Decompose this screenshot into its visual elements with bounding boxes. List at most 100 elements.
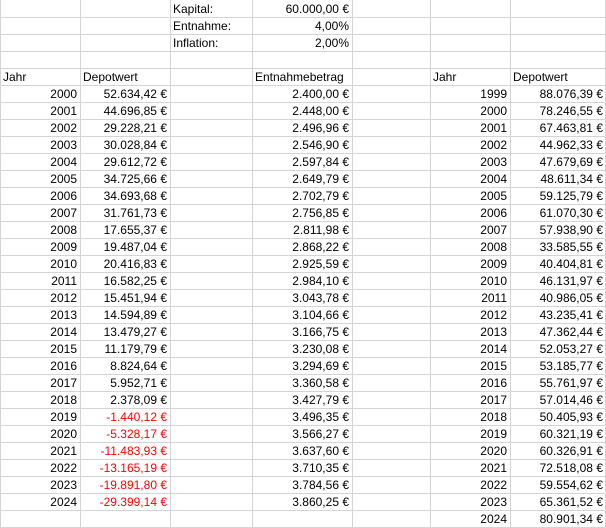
right-depotwert-cell[interactable]: 46.131,97 € [510, 273, 606, 290]
right-year-cell[interactable]: 2006 [430, 205, 510, 222]
entnahmebetrag-cell[interactable]: 3.427,79 € [252, 392, 352, 409]
right-year-cell[interactable]: 2023 [430, 494, 510, 511]
right-year-cell[interactable]: 2009 [430, 256, 510, 273]
left-depotwert-cell[interactable]: 34.693,68 € [80, 188, 170, 205]
right-depotwert-cell[interactable]: 47.362,44 € [510, 324, 606, 341]
left-depotwert-cell[interactable]: 16.582,25 € [80, 273, 170, 290]
left-depotwert-cell[interactable]: -5.328,17 € [80, 426, 170, 443]
entnahmebetrag-cell[interactable]: 3.230,08 € [252, 341, 352, 358]
left-year-cell[interactable]: 2010 [0, 256, 80, 273]
entnahmebetrag-cell[interactable]: 2.868,22 € [252, 239, 352, 256]
left-depotwert-cell[interactable]: 13.479,27 € [80, 324, 170, 341]
header-depotwert[interactable]: Depotwert [80, 69, 170, 86]
entnahmebetrag-cell[interactable]: 2.400,00 € [252, 86, 352, 103]
entnahmebetrag-cell[interactable]: 2.448,00 € [252, 103, 352, 120]
right-depotwert-cell[interactable]: 55.761,97 € [510, 375, 606, 392]
header-entnahmebetrag[interactable]: Entnahmebetrag [252, 69, 352, 86]
right-depotwert-cell[interactable]: 33.585,55 € [510, 239, 606, 256]
right-depotwert-cell[interactable]: 43.235,41 € [510, 307, 606, 324]
right-year-cell[interactable]: 1999 [430, 86, 510, 103]
inflation-value[interactable]: 2,00% [252, 35, 352, 52]
right-year-cell[interactable]: 2007 [430, 222, 510, 239]
left-year-cell[interactable]: 2011 [0, 273, 80, 290]
right-year-cell[interactable]: 2022 [430, 477, 510, 494]
entnahmebetrag-cell[interactable]: 3.104,66 € [252, 307, 352, 324]
right-year-cell[interactable]: 2005 [430, 188, 510, 205]
left-year-cell[interactable]: 2006 [0, 188, 80, 205]
left-year-cell[interactable]: 2018 [0, 392, 80, 409]
right-depotwert-cell[interactable]: 61.070,30 € [510, 205, 606, 222]
header-jahr[interactable]: Jahr [0, 69, 80, 86]
right-depotwert-cell[interactable]: 57.938,90 € [510, 222, 606, 239]
header-depotwert-right[interactable]: Depotwert [510, 69, 606, 86]
entnahmebetrag-cell[interactable]: 3.710,35 € [252, 460, 352, 477]
right-depotwert-cell[interactable]: 40.404,81 € [510, 256, 606, 273]
right-depotwert-cell[interactable]: 47.679,69 € [510, 154, 606, 171]
entnahmebetrag-cell[interactable]: 2.925,59 € [252, 256, 352, 273]
right-year-cell[interactable]: 2010 [430, 273, 510, 290]
left-year-cell[interactable]: 2015 [0, 341, 80, 358]
entnahmebetrag-cell[interactable]: 3.043,78 € [252, 290, 352, 307]
left-year-cell[interactable]: 2008 [0, 222, 80, 239]
right-year-cell[interactable]: 2021 [430, 460, 510, 477]
right-depotwert-cell[interactable]: 67.463,81 € [510, 120, 606, 137]
right-depotwert-cell[interactable]: 59.125,79 € [510, 188, 606, 205]
left-depotwert-cell[interactable]: 5.952,71 € [80, 375, 170, 392]
left-depotwert-cell[interactable]: -13.165,19 € [80, 460, 170, 477]
right-depotwert-cell[interactable]: 52.053,27 € [510, 341, 606, 358]
left-depotwert-cell[interactable]: -1.440,12 € [80, 409, 170, 426]
left-year-cell[interactable]: 2022 [0, 460, 80, 477]
entnahmebetrag-cell[interactable]: 2.597,84 € [252, 154, 352, 171]
left-depotwert-cell[interactable]: 31.761,73 € [80, 205, 170, 222]
left-year-cell[interactable]: 2000 [0, 86, 80, 103]
entnahmebetrag-cell[interactable]: 3.566,27 € [252, 426, 352, 443]
left-year-cell[interactable]: 2020 [0, 426, 80, 443]
right-year-cell[interactable]: 2000 [430, 103, 510, 120]
left-depotwert-cell[interactable]: 44.696,85 € [80, 103, 170, 120]
left-year-cell[interactable]: 2003 [0, 137, 80, 154]
entnahmebetrag-cell[interactable]: 2.756,85 € [252, 205, 352, 222]
right-year-cell[interactable]: 2011 [430, 290, 510, 307]
right-year-cell[interactable]: 2018 [430, 409, 510, 426]
left-depotwert-cell[interactable]: -11.483,93 € [80, 443, 170, 460]
left-year-cell[interactable]: 2009 [0, 239, 80, 256]
left-depotwert-cell[interactable]: 30.028,84 € [80, 137, 170, 154]
left-year-cell[interactable]: 2004 [0, 154, 80, 171]
right-year-cell[interactable]: 2016 [430, 375, 510, 392]
right-year-cell[interactable]: 2002 [430, 137, 510, 154]
right-depotwert-cell[interactable]: 60.326,91 € [510, 443, 606, 460]
left-year-cell[interactable]: 2017 [0, 375, 80, 392]
entnahmebetrag-cell[interactable]: 2.649,79 € [252, 171, 352, 188]
left-depotwert-cell[interactable]: 17.655,37 € [80, 222, 170, 239]
right-year-cell[interactable]: 2020 [430, 443, 510, 460]
right-depotwert-cell[interactable]: 48.611,34 € [510, 171, 606, 188]
entnahmebetrag-cell[interactable]: 2.811,98 € [252, 222, 352, 239]
kapital-value[interactable]: 60.000,00 € [252, 1, 352, 18]
left-year-cell[interactable]: 2007 [0, 205, 80, 222]
entnahmebetrag-cell[interactable]: 2.702,79 € [252, 188, 352, 205]
entnahmebetrag-cell[interactable]: 3.637,60 € [252, 443, 352, 460]
left-year-cell[interactable]: 2005 [0, 171, 80, 188]
entnahmebetrag-cell[interactable]: 2.496,96 € [252, 120, 352, 137]
left-depotwert-cell[interactable]: -19.891,80 € [80, 477, 170, 494]
right-year-cell[interactable]: 2015 [430, 358, 510, 375]
left-depotwert-cell[interactable]: 11.179,79 € [80, 341, 170, 358]
entnahmebetrag-cell[interactable]: 3.860,25 € [252, 494, 352, 511]
left-year-cell[interactable]: 2002 [0, 120, 80, 137]
right-year-cell[interactable]: 2019 [430, 426, 510, 443]
right-year-cell[interactable]: 2013 [430, 324, 510, 341]
right-year-cell[interactable]: 2024 [430, 511, 510, 528]
header-jahr-right[interactable]: Jahr [430, 69, 510, 86]
entnahme-value[interactable]: 4,00% [252, 18, 352, 35]
right-year-cell[interactable]: 2003 [430, 154, 510, 171]
entnahmebetrag-cell[interactable]: 2.984,10 € [252, 273, 352, 290]
entnahmebetrag-cell[interactable]: 3.360,58 € [252, 375, 352, 392]
kapital-label[interactable]: Kapital: [170, 1, 252, 18]
right-year-cell[interactable]: 2017 [430, 392, 510, 409]
left-year-cell[interactable]: 2024 [0, 494, 80, 511]
left-year-cell[interactable]: 2021 [0, 443, 80, 460]
entnahme-label[interactable]: Entnahme: [170, 18, 252, 35]
left-year-cell[interactable]: 2014 [0, 324, 80, 341]
left-year-cell[interactable]: 2013 [0, 307, 80, 324]
right-depotwert-cell[interactable]: 59.554,62 € [510, 477, 606, 494]
